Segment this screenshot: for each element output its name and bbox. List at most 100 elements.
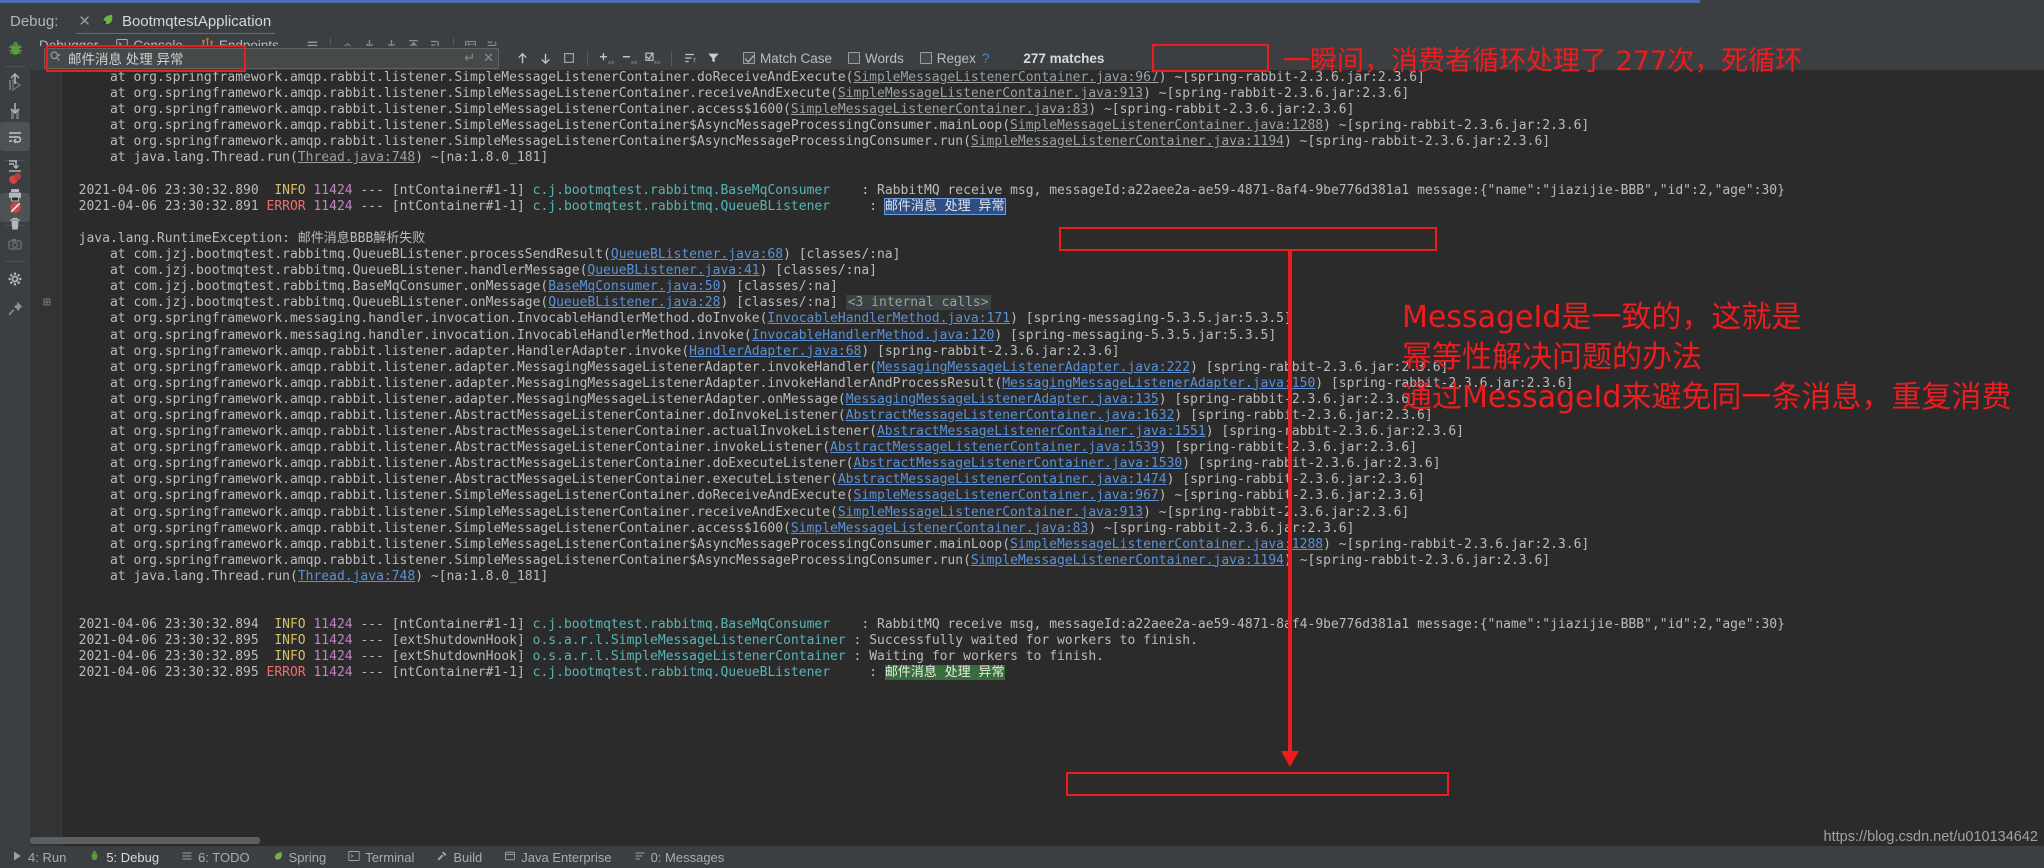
console-log-line: at org.springframework.amqp.rabbit.liste…: [109, 440, 1418, 456]
new-line-icon[interactable]: ↵: [464, 50, 475, 66]
statusbar-item-5-debug[interactable]: 5: Debug: [77, 846, 170, 868]
regex-help-icon[interactable]: ?: [982, 51, 990, 66]
console-log-line: at org.springframework.amqp.rabbit.liste…: [109, 456, 1441, 472]
console-log-line: at org.springframework.amqp.rabbit.liste…: [109, 504, 1410, 520]
statusbar-item-label: 5: Debug: [106, 849, 160, 865]
filter-icon[interactable]: [702, 47, 725, 69]
select-all-occurrences-icon[interactable]: [557, 47, 580, 69]
console-log-line: at org.springframework.amqp.rabbit.liste…: [109, 536, 1590, 552]
remove-occurrence-icon[interactable]: xx: [618, 47, 641, 69]
find-next-icon[interactable]: [534, 47, 557, 69]
words-checkbox[interactable]: Words: [848, 51, 904, 66]
statusbar-item-0-messages[interactable]: 0: Messages: [623, 846, 736, 868]
clear-icon[interactable]: ✕: [483, 50, 494, 66]
svg-text:xx: xx: [607, 59, 614, 65]
regex-checkbox[interactable]: Regex: [919, 51, 976, 66]
statusbar-item-terminal[interactable]: Terminal: [337, 846, 425, 868]
statusbar-item-4-run[interactable]: 4: Run: [0, 846, 77, 868]
run-icon: [11, 850, 23, 865]
search-input[interactable]: 邮件消息 处理 异常 ↵ ✕: [44, 47, 499, 69]
statusbar-item-label: 0: Messages: [650, 849, 725, 865]
toggle-occurrence-icon[interactable]: xx: [641, 47, 664, 69]
annotation-arrow-line: [1288, 251, 1292, 751]
messages-icon: [634, 850, 646, 865]
statusbar-item-spring[interactable]: Spring: [261, 846, 338, 868]
print-icon[interactable]: [0, 180, 30, 209]
console-log-line: java.lang.RuntimeException: 邮件消息BBB解析失败: [78, 230, 426, 246]
scroll-down-icon[interactable]: [0, 93, 30, 122]
console-log-line: at com.jzj.bootmqtest.rabbitmq.QueueBLis…: [109, 263, 877, 279]
console-log-line: 2021-04-06 23:30:32.895 INFO 11424 --- […: [78, 649, 1104, 665]
java-enterprise-icon: [504, 850, 516, 865]
words-label: Words: [865, 50, 904, 66]
debug-toolwindow-header: Debug: ✕ BootmqtestApplication: [0, 8, 2044, 36]
statusbar-item-6-todo[interactable]: 6: TODO: [170, 846, 261, 868]
statusbar-item-label: Terminal: [365, 849, 415, 865]
console-log-text: at org.springframework.amqp.rabbit.liste…: [43, 70, 2044, 846]
trash-icon[interactable]: [0, 209, 30, 238]
console-log-line: at com.jzj.bootmqtest.rabbitmq.QueueBLis…: [109, 247, 901, 263]
check-icon: [919, 52, 932, 64]
ide-debug-window: Debug: ✕ BootmqtestApplication Debugger …: [0, 0, 2044, 868]
console-log-line: 2021-04-06 23:30:32.895 INFO 11424 --- […: [78, 633, 1198, 649]
run-configuration-tab[interactable]: ✕ BootmqtestApplication: [72, 8, 277, 36]
statusbar-item-label: Build: [453, 849, 483, 865]
statusbar-item-java-enterprise[interactable]: Java Enterprise: [493, 846, 622, 868]
console-log-line: at java.lang.Thread.run(Thread.java:748)…: [109, 568, 549, 584]
console-log-line: at org.springframework.amqp.rabbit.liste…: [109, 552, 1551, 568]
scroll-to-end-icon[interactable]: [0, 151, 30, 180]
soft-wrap-icon[interactable]: [0, 122, 30, 151]
annotation-right-note-3: 通过MessageId来避免同一条消息，重复消费: [1402, 380, 2012, 415]
console-log-line: at org.springframework.amqp.rabbit.liste…: [109, 488, 1425, 504]
console-log-line: at org.springframework.amqp.rabbit.liste…: [109, 343, 1120, 359]
console-log-line: [63, 167, 2044, 183]
horizontal-scrollbar-thumb[interactable]: [30, 837, 260, 844]
annotation-right-note-1: MessageId是一致的，这就是: [1402, 300, 1802, 335]
debug-bug-icon: [88, 849, 101, 865]
console-log-line: at org.springframework.amqp.rabbit.liste…: [109, 424, 1464, 440]
sort-icon[interactable]: T: [679, 47, 702, 69]
console-log-line: at org.springframework.amqp.rabbit.liste…: [109, 134, 1551, 150]
match-case-label: Match Case: [760, 50, 833, 66]
annotation-arrow-head: [1281, 751, 1299, 767]
console-output-panel[interactable]: at org.springframework.amqp.rabbit.liste…: [30, 70, 2044, 846]
add-occurrence-icon[interactable]: xx: [595, 47, 618, 69]
ide-status-bar: 4: Run 5: Debug 6: TODO Spring Terminal Build…: [0, 846, 2044, 868]
console-log-line: at org.springframework.amqp.rabbit.liste…: [109, 520, 1355, 536]
todo-icon: [181, 850, 193, 865]
spring-leaf-icon: [272, 850, 284, 865]
console-log-line: 2021-04-06 23:30:32.890 INFO 11424 --- […: [78, 182, 1785, 198]
annotation-right-note-2: 幂等性解决问题的办法: [1402, 340, 1702, 375]
csdn-watermark: https://blog.csdn.net/u010134642: [1823, 829, 2038, 845]
console-log-line: 2021-04-06 23:30:32.894 INFO 11424 --- […: [78, 617, 1785, 633]
scroll-up-icon[interactable]: [0, 64, 30, 93]
svg-text:xx: xx: [630, 59, 637, 65]
check-icon: [743, 52, 755, 64]
console-log-line: at org.springframework.amqp.rabbit.liste…: [109, 118, 1590, 134]
statusbar-item-label: Spring: [288, 849, 327, 865]
console-log-line: at org.springframework.amqp.rabbit.liste…: [109, 472, 1425, 488]
find-previous-icon[interactable]: [511, 47, 534, 69]
close-icon[interactable]: ✕: [78, 12, 91, 30]
console-log-line: 2021-04-06 23:30:32.895 ERROR 11424 --- …: [78, 665, 1005, 681]
statusbar-item-label: Java Enterprise: [521, 849, 612, 865]
console-gutter: [30, 70, 62, 846]
spring-boot-run-icon: [100, 12, 115, 31]
console-log-line: at java.lang.Thread.run(Thread.java:748)…: [109, 150, 549, 166]
match-count-label: 277 matches: [1023, 50, 1105, 66]
console-actions-rail: [0, 56, 30, 846]
svg-text:T: T: [693, 58, 697, 64]
statusbar-item-build[interactable]: Build: [425, 846, 493, 868]
console-log-line: at com.jzj.bootmqtest.rabbitmq.BaseMqCon…: [109, 279, 838, 295]
statusbar-item-label: 4: Run: [28, 849, 67, 865]
console-log-line: [63, 601, 2044, 617]
debug-label: Debug:: [10, 12, 59, 30]
console-log-line: at org.springframework.amqp.rabbit.liste…: [109, 359, 1449, 375]
console-log-line: 2021-04-06 23:30:32.891 ERROR 11424 --- …: [78, 197, 1006, 215]
match-case-checkbox[interactable]: Match Case: [743, 51, 832, 66]
console-log-line: [63, 215, 2044, 231]
window-top-strip: [0, 0, 2044, 8]
search-dropdown-icon[interactable]: [49, 50, 62, 66]
terminal-icon: [348, 850, 360, 865]
check-icon: [848, 52, 861, 64]
